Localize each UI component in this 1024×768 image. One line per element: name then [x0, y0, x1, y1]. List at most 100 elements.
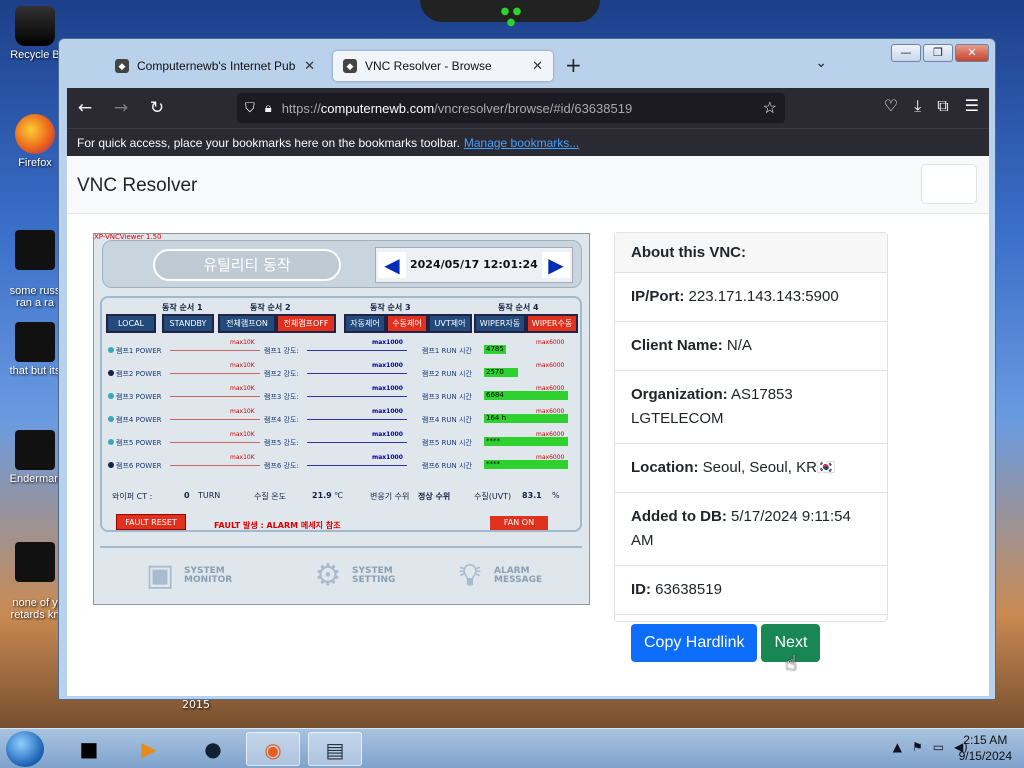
vnc-control-panel: 동작 순서 1 동작 순서 2 동작 순서 3 동작 순서 4 LOCAL ST… [100, 296, 582, 532]
indicator-icon: ● ● ● [500, 6, 522, 28]
file-icon [15, 230, 55, 270]
clock-time: 2:15 AM [963, 733, 1008, 747]
browser-window: — ❐ ✕ ◆ Computernewb's Internet Pub ✕ ◆ … [58, 38, 996, 700]
info-organization: Organization: AS17853 LGTELECOM [615, 371, 887, 444]
right-triangle-icon: ▶ [542, 252, 570, 278]
recycle-bin-icon [15, 6, 55, 46]
info-client-name: Client Name: N/A [615, 322, 887, 371]
vnc-button: 전체램프OFF [276, 314, 336, 333]
vnc-info-card: About this VNC: IP/Port: 223.171.143.143… [614, 232, 888, 662]
navbar-toggler-button[interactable] [921, 164, 977, 204]
monitor-icon: ▣ [145, 558, 175, 593]
pocket-icon[interactable]: ♡ [884, 96, 898, 116]
vnc-max: max10K [230, 408, 255, 415]
vnc-run-value: **** [486, 460, 500, 468]
brand-title[interactable]: VNC Resolver [77, 175, 197, 197]
vnc-sequence-label: 동작 순서 1 [162, 303, 203, 312]
vnc-fault-message: FAULT 발생 : ALARM 메세지 참조 [214, 521, 341, 530]
new-tab-button[interactable]: + [565, 53, 582, 77]
tab-close-icon[interactable]: ✕ [304, 58, 315, 74]
vnc-lamp-run: 램프6 RUN 시간 [422, 462, 472, 470]
vnc-lamp-strength: 램프1 강도: [264, 347, 299, 355]
vnc-run-value: 4785 [486, 345, 504, 353]
vnc-lamp-row: 램프2 POWER max10K 램프2 강도: max1000 램프2 RUN… [102, 362, 580, 387]
tab-favicon-icon: ◆ [115, 59, 129, 73]
taskbar-clock[interactable]: 2:15 AM 9/15/2024 [959, 732, 1012, 764]
back-arrow-icon[interactable]: ← [67, 98, 103, 118]
vnc-date-box: ◀ 2024/05/17 12:01:24 ▶ [375, 247, 573, 283]
vnc-fault-reset: FAULT RESET [116, 514, 186, 530]
list-tabs-chevron-icon[interactable]: ⌄ [815, 55, 827, 71]
flag-tray-icon[interactable]: ⚑ [912, 740, 923, 754]
vnc-lamp-power: 램프4 POWER [108, 415, 162, 425]
vnc-max: max10K [230, 431, 255, 438]
vnc-max: max1000 [372, 408, 403, 415]
vnc-bottom-nav: ▣ SYSTEM MONITOR ⚙ SYSTEM SETTING 💡︎ ALARM… [100, 546, 582, 600]
vnc-uvt-value: 83.1 [522, 491, 542, 500]
info-ip-port: IP/Port: 223.171.143.143:5900 [615, 273, 887, 322]
tab-close-icon[interactable]: ✕ [532, 58, 543, 74]
monitor-tray-icon[interactable]: ▭ [933, 740, 944, 754]
vnc-lamp-power: 램프2 POWER [108, 369, 162, 379]
navbar: VNC Resolver [67, 156, 989, 214]
vnc-lamp-power: 램프6 POWER [108, 461, 162, 471]
vnc-level-label: 변응기 수위 [370, 492, 410, 501]
vnc-button: STANDBY [162, 314, 214, 333]
vnc-screenshot: XP-VNCViewer 1.50 유틸리티 동작 ◀ 2024/05/17 1… [93, 233, 590, 605]
vnc-water-temp-value: 21.9 [312, 491, 332, 500]
tab-internet-pub[interactable]: ◆ Computernewb's Internet Pub ✕ [105, 51, 325, 81]
shield-icon[interactable]: ⛉ [245, 100, 255, 116]
tab-vnc-resolver[interactable]: ◆ VNC Resolver - Browse ✕ [333, 51, 553, 81]
vnc-max: max6000 [536, 339, 565, 346]
vnc-button-row: LOCAL STANDBY 전체램프ON 전체램프OFF 자동제어 수동제어 U… [106, 314, 580, 334]
manage-bookmarks-link[interactable]: Manage bookmarks... [464, 136, 579, 150]
taskbar-app-icon[interactable]: ■ [62, 732, 116, 766]
reload-icon[interactable]: ↻ [139, 98, 175, 118]
vnc-max: max1000 [372, 362, 403, 369]
network-app-icon[interactable]: ▤ [308, 732, 362, 766]
vnc-lamp-run: 램프5 RUN 시간 [422, 439, 472, 447]
show-hidden-icons-icon[interactable]: ▲ [893, 740, 902, 754]
vnc-lamp-row: 램프5 POWER max10K 램프5 강도: max1000 램프5 RUN… [102, 431, 580, 456]
menu-hamburger-icon[interactable]: ☰ [965, 96, 979, 116]
tab-strip: ◆ Computernewb's Internet Pub ✕ ◆ VNC Re… [67, 51, 987, 91]
copy-hardlink-button[interactable]: Copy Hardlink [631, 624, 758, 662]
bookmarks-hint: For quick access, place your bookmarks h… [77, 135, 460, 150]
vnc-lamp-run: 램프1 RUN 시간 [422, 347, 472, 355]
extensions-icon[interactable]: ⧉ [937, 96, 948, 116]
vnc-max: max1000 [372, 385, 403, 392]
vnc-max: max1000 [372, 431, 403, 438]
vnc-max: max10K [230, 339, 255, 346]
vnc-lamp-row: 램프6 POWER max10K 램프6 강도: max1000 램프6 RUN… [102, 454, 580, 479]
taskbar: ■ ▶ ● ◉ ▤ ▲ ⚑ ▭ ◀) 2:15 AM 9/15/2024 [0, 728, 1024, 768]
vnc-max: max1000 [372, 454, 403, 461]
url-text: https://computernewb.com/vncresolver/bro… [281, 100, 633, 116]
vnc-lamp-row: 램프4 POWER max10K 램프4 강도: max1000 램프4 RUN… [102, 408, 580, 433]
bookmark-star-icon[interactable]: ☆ [763, 98, 777, 118]
left-triangle-icon: ◀ [378, 252, 406, 278]
url-bar[interactable]: ⛉ 🔒︎ https://computernewb.com/vncresolve… [237, 93, 785, 123]
start-button[interactable] [6, 731, 44, 767]
vnc-top-bar: 유틸리티 동작 ◀ 2024/05/17 12:01:24 ▶ [102, 240, 582, 288]
vnc-run-value: 164 h [486, 414, 507, 422]
vnc-max: max10K [230, 362, 255, 369]
lock-icon[interactable]: 🔒︎ [265, 100, 272, 116]
vnc-button: WIPER자동 [474, 314, 526, 333]
vnc-turn-label: TURN [198, 491, 221, 500]
vnc-button: WIPER수동 [526, 314, 578, 333]
tab-favicon-icon: ◆ [343, 59, 357, 73]
vnc-lamp-power: 램프3 POWER [108, 392, 162, 402]
vnc-title-pill: 유틸리티 동작 [153, 249, 341, 281]
firefox-taskbar-icon[interactable]: ◉ [246, 732, 300, 766]
media-player-icon[interactable]: ▶ [122, 732, 176, 766]
vnc-uvt-label: 수질(UVT) [474, 492, 512, 501]
vnc-button: LOCAL [106, 314, 156, 333]
forward-arrow-icon[interactable]: → [103, 98, 139, 118]
flag-icon: 🇰🇷 [816, 459, 836, 476]
vnc-lamp-power: 램프1 POWER [108, 346, 162, 356]
globe-icon[interactable]: ● [186, 732, 240, 766]
download-icon[interactable]: ⤓ [914, 96, 921, 116]
vnc-lamp-strength: 램프2 강도: [264, 370, 299, 378]
vnc-button: UVT제어 [428, 314, 472, 333]
vnc-wiper-ct-label: 와이퍼 CT : [112, 492, 153, 501]
